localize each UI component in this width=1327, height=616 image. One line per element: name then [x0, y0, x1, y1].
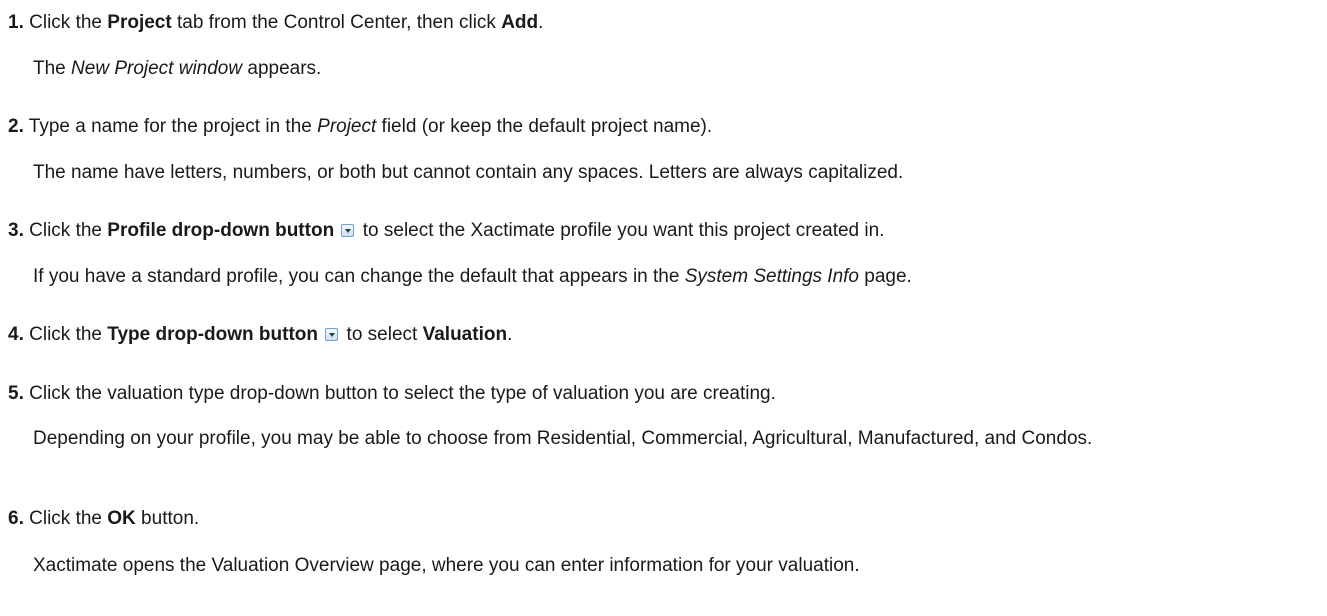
step-text: tab from the Control Center, then click	[171, 12, 502, 33]
step-6: 6. Click the OK button.	[8, 508, 199, 530]
step-2: 2. Type a name for the project in the Pr…	[8, 116, 712, 138]
step-text: .	[507, 324, 513, 345]
step-text: to select the Xactimate profile you want…	[357, 220, 885, 241]
note-text: If you have a standard profile, you can …	[33, 266, 685, 287]
step-emphasis: Add	[501, 12, 539, 33]
note-text: The name have letters, numbers, or both …	[33, 162, 904, 183]
step-emphasis: OK	[107, 508, 136, 529]
step-text: Click the	[23, 508, 108, 529]
step-text: to select	[341, 324, 423, 345]
step-italic: Project	[317, 116, 377, 137]
step-text: Click the	[23, 220, 108, 241]
step-1-note: The New Project window appears.	[33, 58, 321, 80]
note-text: appears.	[242, 58, 322, 79]
instruction-document: 1. Click the Project tab from the Contro…	[0, 0, 1327, 616]
step-emphasis: Type drop-down button	[107, 324, 318, 345]
step-emphasis: Valuation	[422, 324, 508, 345]
step-5: 5. Click the valuation type drop-down bu…	[8, 383, 776, 405]
step-text: .	[538, 12, 544, 33]
step-text: Click the	[23, 324, 108, 345]
step-text: field (or keep the default project name)…	[376, 116, 713, 137]
step-number: 3.	[8, 220, 24, 241]
step-6-note: Xactimate opens the Valuation Overview p…	[33, 555, 860, 577]
step-number: 5.	[8, 383, 24, 404]
step-number: 1.	[8, 12, 24, 33]
chevron-down-icon	[325, 328, 339, 341]
note-text: Xactimate opens the Valuation Overview p…	[33, 555, 860, 576]
note-text: The	[33, 58, 72, 79]
note-italic: New Project window	[71, 58, 243, 79]
step-text: Type a name for the project in the	[23, 116, 318, 137]
chevron-down-icon	[341, 224, 355, 237]
note-italic: System Settings Info	[684, 266, 859, 287]
step-1: 1. Click the Project tab from the Contro…	[8, 12, 543, 34]
step-number: 6.	[8, 508, 24, 529]
step-number: 2.	[8, 116, 24, 137]
step-3-note: If you have a standard profile, you can …	[33, 266, 912, 288]
step-text: Click the valuation type drop-down butto…	[23, 383, 776, 404]
step-number: 4.	[8, 324, 24, 345]
step-emphasis: Profile drop-down button	[107, 220, 335, 241]
step-2-note: The name have letters, numbers, or both …	[33, 162, 903, 184]
step-5-note: Depending on your profile, you may be ab…	[33, 428, 1233, 472]
note-text: page.	[858, 266, 912, 287]
step-3: 3. Click the Profile drop-down button to…	[8, 220, 884, 242]
step-emphasis: Project	[107, 12, 172, 33]
step-text: Click the	[23, 12, 108, 33]
step-4: 4. Click the Type drop-down button to se…	[8, 324, 512, 346]
note-text: Depending on your profile, you may be ab…	[33, 428, 1093, 449]
step-text: button.	[135, 508, 200, 529]
